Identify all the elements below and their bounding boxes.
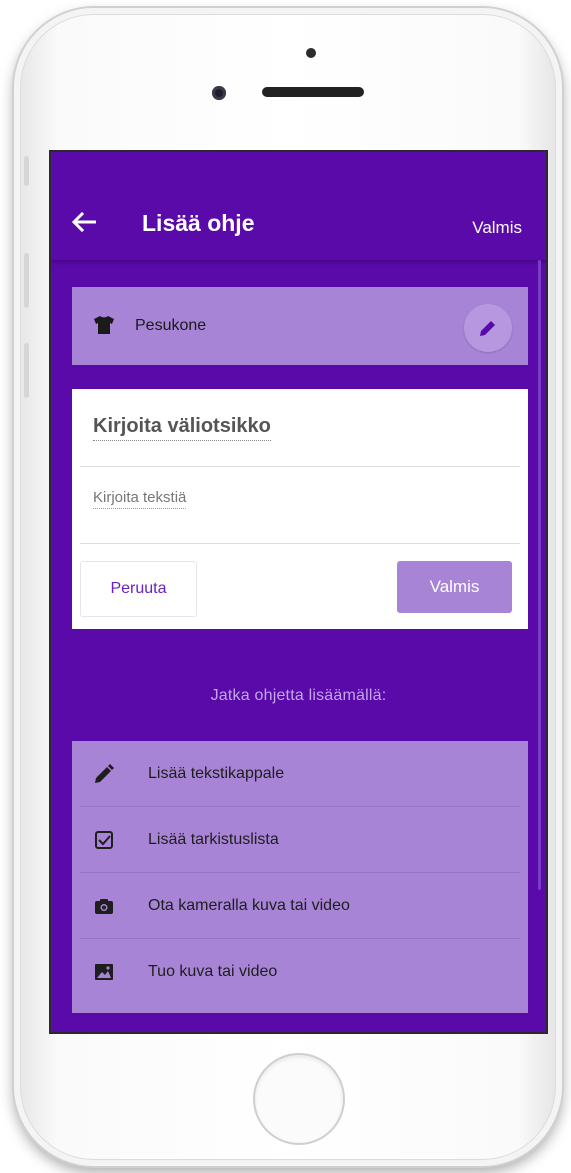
home-button[interactable] — [253, 1053, 345, 1145]
cancel-button[interactable]: Peruuta — [80, 561, 197, 617]
earpiece-speaker — [262, 87, 364, 97]
image-icon — [95, 964, 113, 980]
text-input[interactable]: Kirjoita tekstiä — [93, 489, 187, 509]
mute-switch — [24, 156, 29, 186]
done-button-top[interactable]: Valmis — [472, 218, 522, 238]
volume-down-button — [24, 343, 29, 398]
option-label: Tuo kuva tai video — [148, 963, 278, 980]
front-camera — [212, 86, 226, 100]
option-label: Lisää tarkistuslista — [148, 831, 279, 848]
import-media-option[interactable]: Tuo kuva tai video — [72, 939, 528, 1005]
page-title: Lisää ohje — [142, 210, 255, 236]
pencil-icon — [480, 321, 495, 336]
scrollbar[interactable] — [538, 260, 541, 890]
add-text-paragraph-option[interactable]: Lisää tekstikappale — [72, 741, 528, 807]
add-options-list: Lisää tekstikappale Lisää tarkistuslista… — [72, 741, 528, 1013]
app-bar: Lisää ohje Valmis — [51, 152, 546, 261]
device-card: Pesukone — [72, 287, 528, 365]
section-editor-card: Kirjoita väliotsikko Kirjoita tekstiä Pe… — [72, 389, 528, 629]
back-arrow-icon[interactable] — [71, 212, 99, 232]
volume-up-button — [24, 253, 29, 308]
subtitle-input[interactable]: Kirjoita väliotsikko — [93, 415, 271, 441]
proximity-sensor — [306, 48, 316, 58]
checkbox-icon — [95, 831, 113, 849]
option-label: Lisää tekstikappale — [148, 765, 285, 782]
option-label: Ota kameralla kuva tai video — [148, 897, 350, 914]
shirt-icon — [94, 316, 114, 334]
done-button[interactable]: Valmis — [397, 561, 512, 613]
pencil-icon — [95, 764, 114, 783]
take-photo-option[interactable]: Ota kameralla kuva tai video — [72, 873, 528, 939]
divider — [80, 466, 520, 467]
app-screen: Lisää ohje Valmis Pesukone Kirjoita väli… — [49, 150, 548, 1034]
edit-device-button[interactable] — [464, 304, 512, 352]
divider — [80, 543, 520, 544]
add-checklist-option[interactable]: Lisää tarkistuslista — [72, 807, 528, 873]
device-name: Pesukone — [135, 317, 207, 334]
camera-icon — [95, 899, 113, 914]
continue-label: Jatka ohjetta lisäämällä: — [210, 687, 387, 704]
